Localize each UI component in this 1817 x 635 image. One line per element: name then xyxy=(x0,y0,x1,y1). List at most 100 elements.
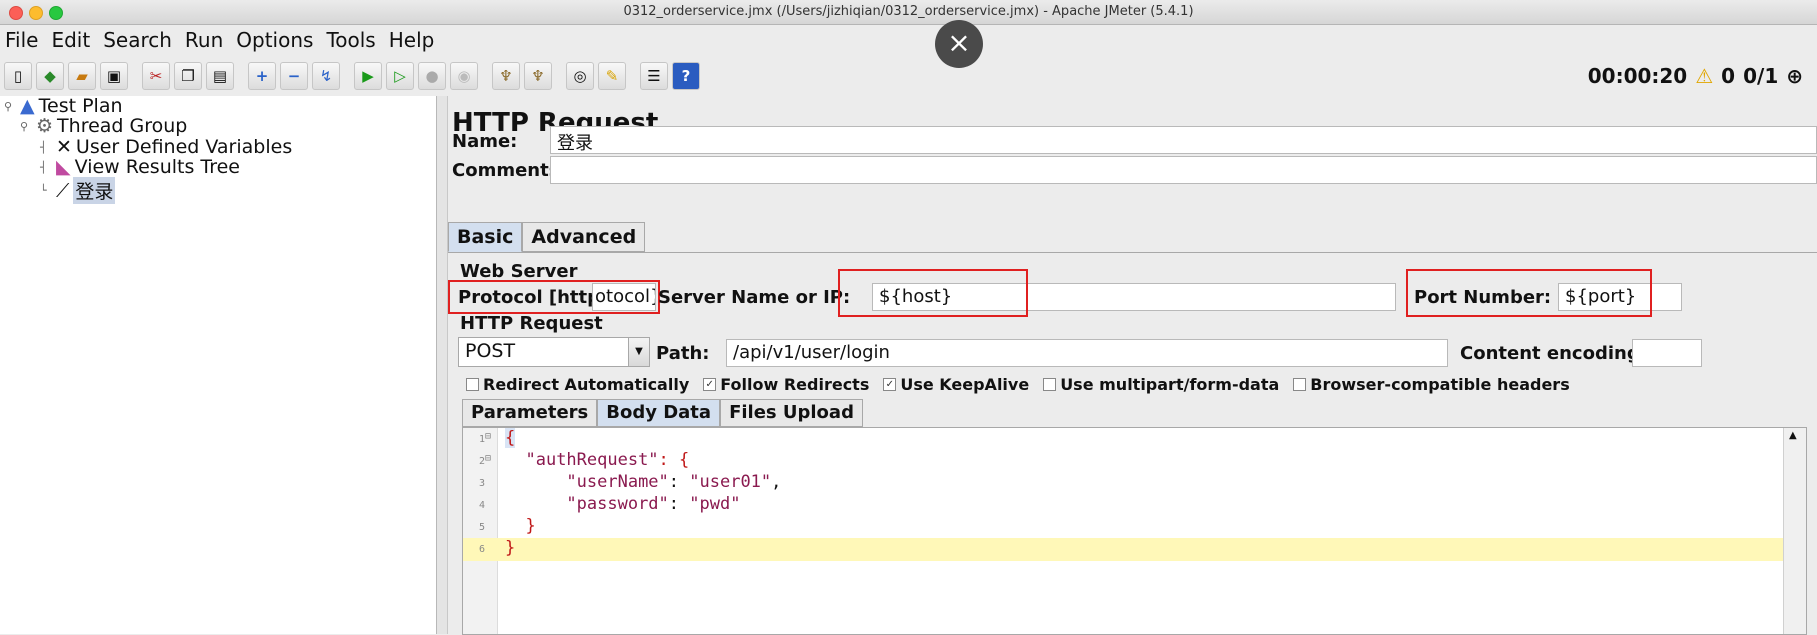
menu-tools[interactable]: Tools xyxy=(321,28,383,52)
encoding-field[interactable] xyxy=(1632,339,1702,367)
checkbox-box[interactable] xyxy=(466,378,479,391)
help-icon[interactable]: ? xyxy=(672,62,700,90)
menu-file[interactable]: File xyxy=(0,28,46,52)
copy-icon[interactable]: ❐ xyxy=(174,62,202,90)
line-number: 5 xyxy=(478,522,485,533)
paste-icon[interactable]: ▤ xyxy=(206,62,234,90)
menu-edit[interactable]: Edit xyxy=(46,28,98,52)
highlight-protocol xyxy=(448,280,660,314)
shutdown-icon[interactable]: ◉ xyxy=(450,62,478,90)
method-select[interactable]: POST ▼ xyxy=(458,337,650,367)
menu-run[interactable]: Run xyxy=(180,28,231,52)
json-punct: : xyxy=(668,472,690,492)
code-text: "userName": "user01", xyxy=(505,472,781,492)
checkbox-redirect-automatically[interactable]: Redirect Automatically xyxy=(466,375,689,394)
toggle-icon[interactable]: ↯ xyxy=(312,62,340,90)
tree-node-udv[interactable]: ┤ ✕ User Defined Variables xyxy=(40,136,292,158)
code-text: "password": "pwd" xyxy=(505,494,740,514)
json-punct: : { xyxy=(658,450,690,470)
web-server-title: Web Server xyxy=(460,261,578,282)
checkbox-label: Use multipart/form-data xyxy=(1060,375,1280,394)
path-field[interactable]: /api/v1/user/login xyxy=(726,339,1448,367)
tree-branch-line: ┤ xyxy=(40,140,47,154)
tree-node-view-results[interactable]: ┤ ◣ View Results Tree xyxy=(40,156,240,178)
tree-node-thread-group[interactable]: ⚲ ⚙ Thread Group xyxy=(20,115,187,137)
save-icon[interactable]: ▣ xyxy=(100,62,128,90)
clear-all-icon[interactable]: ♆ xyxy=(524,62,552,90)
function-helper-icon[interactable]: ☰ xyxy=(640,62,668,90)
checkbox-browser-compatible[interactable]: Browser-compatible headers xyxy=(1293,375,1570,394)
expand-icon[interactable]: + xyxy=(248,62,276,90)
templates-icon[interactable]: ◆ xyxy=(36,62,64,90)
chart-icon: ◣ xyxy=(56,156,71,178)
split-divider[interactable] xyxy=(437,96,448,634)
search-icon[interactable]: ◎ xyxy=(566,62,594,90)
json-punct: , xyxy=(771,472,782,492)
checkbox-label: Use KeepAlive xyxy=(900,375,1030,394)
expand-toggle-icon[interactable]: ⚲ xyxy=(4,100,16,113)
window-title: 0312_orderservice.jmx (/Users/jizhiqian/… xyxy=(623,4,1194,19)
tree-branch-line: └ xyxy=(40,184,47,197)
warning-icon[interactable]: ⚠ xyxy=(1695,64,1713,88)
new-icon[interactable]: ▯ xyxy=(4,62,32,90)
checkbox-multipart[interactable]: Use multipart/form-data xyxy=(1043,375,1279,394)
checkbox-use-keepalive[interactable]: ✓ Use KeepAlive xyxy=(883,375,1029,394)
menu-options[interactable]: Options xyxy=(231,28,321,52)
json-key: "userName" xyxy=(566,472,669,492)
scroll-up-icon[interactable]: ▲ xyxy=(1789,430,1797,441)
tab-body-data[interactable]: Body Data xyxy=(597,399,721,427)
tab-advanced[interactable]: Advanced xyxy=(522,222,646,252)
checkbox-follow-redirects[interactable]: ✓ Follow Redirects xyxy=(703,375,869,394)
tree-node-sampler[interactable]: └ ⟋ 登录 xyxy=(40,177,116,204)
start-icon[interactable]: ▶ xyxy=(354,62,382,90)
editor-line: 1 ⊟ { xyxy=(463,428,1783,451)
tab-files-upload[interactable]: Files Upload xyxy=(720,399,863,427)
open-icon[interactable]: ▰ xyxy=(68,62,96,90)
checkbox-box[interactable] xyxy=(1293,378,1307,391)
menu-help[interactable]: Help xyxy=(384,28,443,52)
chevron-down-icon[interactable]: ▼ xyxy=(628,338,649,366)
stop-icon[interactable]: ● xyxy=(418,62,446,90)
window-titlebar: 0312_orderservice.jmx (/Users/jizhiqian/… xyxy=(0,0,1817,25)
editor-line: 5 } xyxy=(463,516,1783,539)
cut-icon[interactable]: ✂ xyxy=(142,62,170,90)
path-label: Path: xyxy=(656,343,710,364)
start-no-pause-icon[interactable]: ▷ xyxy=(386,62,414,90)
tab-basic[interactable]: Basic xyxy=(448,222,523,252)
main-tabs: Basic Advanced xyxy=(448,222,646,252)
gear-icon: ⚙ xyxy=(36,115,54,137)
tab-parameters[interactable]: Parameters xyxy=(462,399,598,427)
checkbox-box[interactable] xyxy=(1043,378,1057,391)
checkbox-box[interactable]: ✓ xyxy=(703,378,717,391)
reset-search-icon[interactable]: ✎ xyxy=(598,62,626,90)
basic-tab-content: Web Server Protocol [http]: otocol} Serv… xyxy=(448,252,1817,635)
tree-node-label: 登录 xyxy=(73,177,116,204)
http-request-panel: HTTP Request Name: 登录 Comments: Basic Ad… xyxy=(448,96,1817,635)
fold-icon[interactable]: ⊟ xyxy=(485,453,491,464)
checkbox-label: Browser-compatible headers xyxy=(1310,375,1570,394)
comments-field[interactable] xyxy=(550,156,1817,184)
fold-icon[interactable]: ⊟ xyxy=(485,431,491,442)
body-data-editor[interactable]: 1 ⊟ { 2 ⊟ "authRequest": { 3 "userName":… xyxy=(462,427,1807,635)
highlight-server xyxy=(838,269,1028,317)
json-key: "authRequest" xyxy=(525,450,659,470)
checkbox-box[interactable]: ✓ xyxy=(883,378,897,391)
remote-icon: ⊕ xyxy=(1786,64,1803,88)
name-label: Name: xyxy=(452,131,518,152)
collapse-icon[interactable]: − xyxy=(280,62,308,90)
editor-line: 3 "userName": "user01", xyxy=(463,472,1783,495)
line-number: 1 xyxy=(478,434,485,445)
checkbox-label: Follow Redirects xyxy=(720,375,870,394)
clear-icon[interactable]: ♆ xyxy=(492,62,520,90)
encoding-label: Content encoding: xyxy=(1460,343,1647,364)
name-field[interactable]: 登录 xyxy=(550,126,1817,154)
tree-node-test-plan[interactable]: ⚲ ▲ Test Plan xyxy=(4,95,123,117)
expand-toggle-icon[interactable]: ⚲ xyxy=(20,120,32,133)
method-value: POST xyxy=(465,340,516,362)
editor-scrollbar[interactable]: ▲ xyxy=(1783,428,1806,634)
menu-search[interactable]: Search xyxy=(98,28,180,52)
